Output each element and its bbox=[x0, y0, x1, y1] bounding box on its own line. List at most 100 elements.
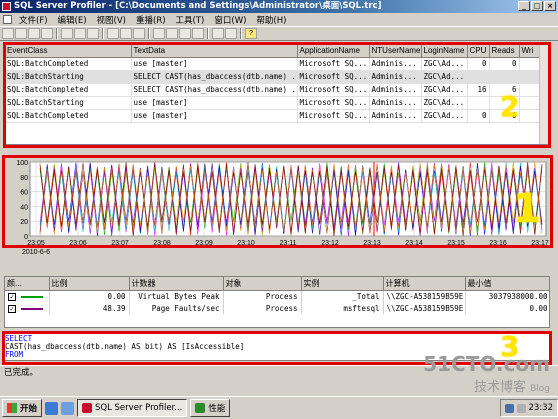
trace-cell: use [master] bbox=[131, 109, 298, 123]
trace-column-header[interactable]: TextData bbox=[131, 45, 298, 58]
taskbar-item-profiler-label: SQL Server Profiler... bbox=[95, 403, 183, 413]
x-tick-label: 23:10 bbox=[237, 240, 255, 247]
menu-window[interactable]: 窗口(W) bbox=[209, 14, 251, 26]
trace-row[interactable]: SQL:BatchCompleted use [master] Microsoft … bbox=[5, 57, 542, 71]
trace-column-header[interactable]: ApplicationName bbox=[297, 45, 370, 58]
menu-tools[interactable]: 工具(T) bbox=[171, 14, 210, 26]
trace-row[interactable]: SQL:BatchCompleted use [master] Microsoft … bbox=[5, 109, 542, 123]
x-tick-label: 23:15 bbox=[447, 240, 465, 247]
perfmon-icon[interactable] bbox=[225, 28, 237, 39]
properties-icon[interactable] bbox=[61, 28, 73, 39]
toggle-breakpoint-icon[interactable] bbox=[179, 28, 191, 39]
counter-checkbox[interactable]: ✓ bbox=[8, 304, 16, 313]
trace-cell: Adminis... bbox=[369, 83, 422, 97]
save-icon[interactable] bbox=[41, 28, 53, 39]
menu-replay[interactable]: 重播(R) bbox=[131, 14, 171, 26]
counter-computer: \\ZGC-A538159B59E bbox=[383, 290, 466, 302]
show-desktop-icon[interactable] bbox=[61, 401, 75, 415]
counter-column-header[interactable]: 最小值 bbox=[465, 277, 549, 291]
network-icon[interactable] bbox=[504, 403, 514, 413]
trace-cell: Microsoft SQ... bbox=[297, 96, 370, 110]
trace-column-header[interactable]: CPU bbox=[467, 45, 490, 58]
counter-color-swatch bbox=[20, 307, 43, 310]
taskbar-item-perf[interactable]: 性能 bbox=[190, 399, 231, 417]
run-to-cursor-icon[interactable] bbox=[166, 28, 178, 39]
trace-cell bbox=[519, 83, 542, 97]
document-icon[interactable] bbox=[3, 15, 12, 24]
new-template-icon[interactable] bbox=[15, 28, 27, 39]
start-button[interactable]: 开始 bbox=[2, 399, 43, 417]
trace-column-header[interactable]: LoginName bbox=[421, 45, 468, 58]
taskbar-item-perf-label: 性能 bbox=[208, 404, 226, 414]
counter-row[interactable]: ✓ 48.39 Page Faults/sec Process msftesql \\Z… bbox=[5, 302, 549, 314]
menu-file[interactable]: 文件(F) bbox=[14, 14, 53, 26]
step-icon[interactable] bbox=[153, 28, 165, 39]
menu-view[interactable]: 视图(V) bbox=[92, 14, 131, 26]
counter-column-header[interactable]: 实例 bbox=[301, 277, 384, 291]
trace-column-header[interactable]: EventClass bbox=[5, 45, 132, 58]
y-tick-label: 40 bbox=[20, 204, 28, 211]
counter-grid: 颜... 比例 计数器 对象 实例 计算机 最小值 ✓ 0.00 Virtual Bytes … bbox=[4, 276, 550, 328]
profiler-app-icon bbox=[2, 2, 11, 11]
trace-cell: Adminis... bbox=[369, 70, 422, 84]
find-icon[interactable] bbox=[74, 28, 86, 39]
x-tick-label: 23:17 bbox=[531, 240, 549, 247]
close-button[interactable]: × bbox=[544, 1, 556, 11]
x-tick-label: 23:13 bbox=[363, 240, 381, 247]
x-tick-label: 23:12 bbox=[321, 240, 339, 247]
counter-column-header[interactable]: 计算机 bbox=[383, 277, 466, 291]
trace-cell: 16 bbox=[467, 83, 490, 97]
trace-column-header[interactable]: NTUserName bbox=[369, 45, 422, 58]
counter-column-header[interactable]: 对象 bbox=[223, 277, 302, 291]
trace-cell: SQL:BatchCompleted bbox=[5, 57, 132, 71]
counter-column-header[interactable]: 颜... bbox=[5, 277, 50, 291]
pause-icon[interactable] bbox=[120, 28, 132, 39]
open-icon[interactable] bbox=[28, 28, 40, 39]
trace-cell: ZGC\Ad... bbox=[421, 70, 468, 84]
x-date-label: 2010-6-6 bbox=[22, 249, 50, 256]
menu-edit[interactable]: 编辑(E) bbox=[53, 14, 92, 26]
trace-row[interactable]: SQL:BatchStarting SELECT CAST(has_dbacces… bbox=[5, 70, 542, 84]
trace-table: EventClass TextData ApplicationName NTUserN… bbox=[5, 45, 542, 123]
counter-counter: Page Faults/sec bbox=[129, 302, 224, 314]
taskbar-item-profiler[interactable]: SQL Server Profiler... bbox=[77, 399, 188, 417]
auto-scroll-icon[interactable] bbox=[192, 28, 204, 39]
trace-header-row: EventClass TextData ApplicationName NTUserN… bbox=[5, 45, 542, 58]
x-tick-label: 23:09 bbox=[195, 240, 213, 247]
counter-column-header[interactable]: 计数器 bbox=[129, 277, 224, 291]
counter-min: 0.00 bbox=[465, 302, 549, 314]
system-tray: 23:32 bbox=[499, 399, 558, 417]
trace-cell bbox=[489, 70, 520, 84]
volume-icon[interactable] bbox=[516, 403, 526, 413]
x-tick-label: 23:16 bbox=[489, 240, 507, 247]
run-icon[interactable] bbox=[107, 28, 119, 39]
counter-instance: msftesql bbox=[301, 302, 384, 314]
stop-icon[interactable] bbox=[133, 28, 145, 39]
counter-row[interactable]: ✓ 0.00 Virtual Bytes Peak Process _Total \\Z… bbox=[5, 290, 549, 302]
maximize-button[interactable]: □ bbox=[531, 1, 543, 11]
counter-checkbox[interactable]: ✓ bbox=[8, 292, 16, 301]
trace-scrollbar[interactable] bbox=[539, 45, 549, 144]
clock: 23:32 bbox=[528, 403, 554, 413]
trace-row[interactable]: SQL:BatchCompleted SELECT CAST(has_dbacce… bbox=[5, 83, 542, 97]
trace-column-header[interactable]: Reads bbox=[489, 45, 520, 58]
ie-icon[interactable] bbox=[45, 401, 59, 415]
clear-icon[interactable] bbox=[87, 28, 99, 39]
counter-column-header[interactable]: 比例 bbox=[49, 277, 130, 291]
y-tick-label: 20 bbox=[20, 219, 28, 226]
tuning-advisor-icon[interactable] bbox=[212, 28, 224, 39]
watermark-blog: Blog bbox=[530, 384, 550, 394]
start-label: 开始 bbox=[20, 404, 38, 414]
trace-cell: Adminis... bbox=[369, 57, 422, 71]
minimize-button[interactable]: _ bbox=[518, 1, 530, 11]
annotation-badge-2: 2 bbox=[500, 90, 520, 123]
trace-column-header[interactable]: Wri bbox=[519, 45, 542, 58]
trace-cell: use [master] bbox=[131, 96, 298, 110]
trace-cell: 0 bbox=[489, 57, 520, 71]
menu-help[interactable]: 帮助(H) bbox=[251, 14, 291, 26]
trace-row[interactable]: SQL:BatchStarting use [master] Microsoft S… bbox=[5, 96, 542, 110]
help-icon[interactable]: ? bbox=[245, 28, 257, 39]
trace-cell: SQL:BatchStarting bbox=[5, 70, 132, 84]
new-trace-icon[interactable] bbox=[2, 28, 14, 39]
counter-color-cell: ✓ bbox=[5, 302, 50, 314]
